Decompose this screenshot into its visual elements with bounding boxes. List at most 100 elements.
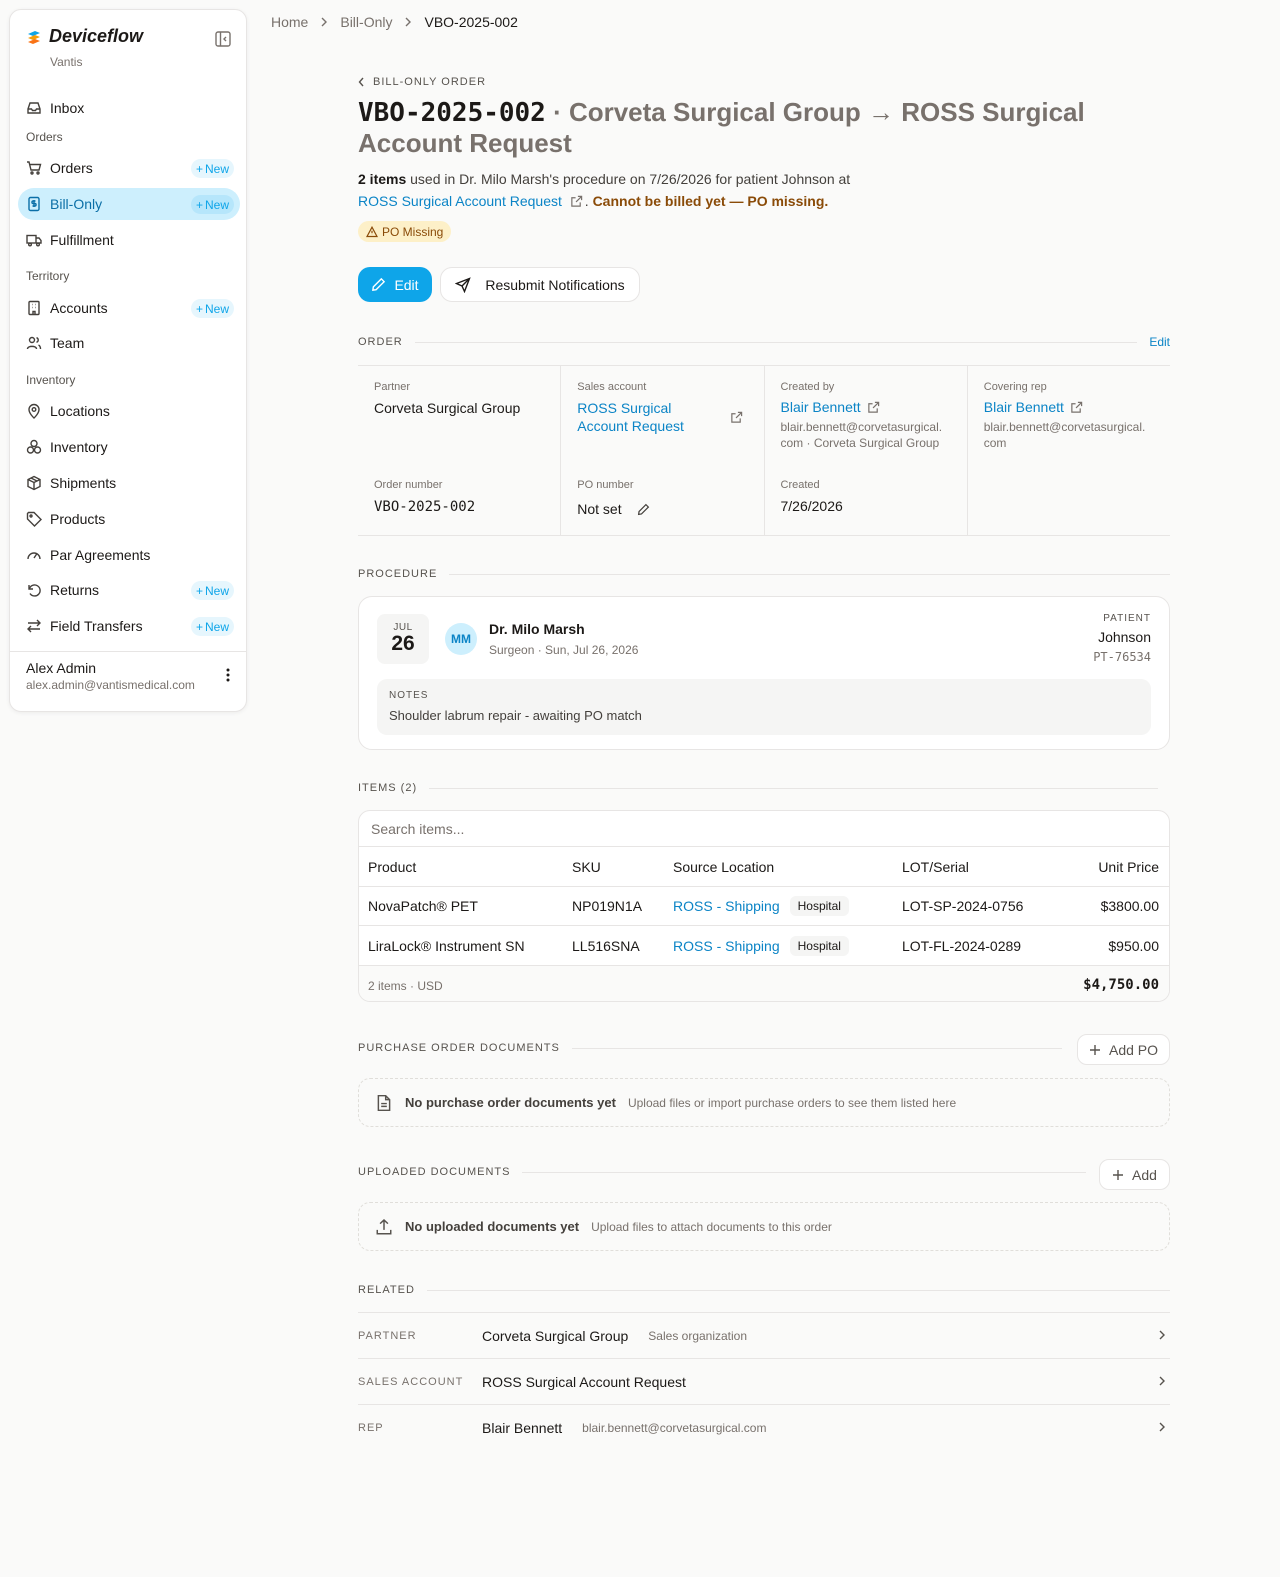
sidebar-item-label: Returns xyxy=(50,582,100,598)
table-row[interactable]: LiraLock® Instrument SN LL516SNA ROSS - … xyxy=(359,926,1169,966)
new-return-button[interactable]: + New xyxy=(190,581,234,600)
column-header[interactable]: Product xyxy=(368,847,416,886)
plus-icon: + xyxy=(195,197,203,212)
chevron-right-icon xyxy=(404,17,412,27)
column-header[interactable]: LOT/Serial xyxy=(902,847,969,886)
package-icon xyxy=(26,475,42,491)
add-document-button[interactable]: Add xyxy=(1099,1159,1170,1190)
new-label: New xyxy=(204,197,229,212)
field-label: Created xyxy=(780,479,820,491)
back-link[interactable]: BILL-ONLY ORDER xyxy=(358,76,486,88)
sidebar-item-fulfillment[interactable]: Fulfillment xyxy=(18,224,240,256)
sidebar-item-accounts[interactable]: Accounts + New xyxy=(18,292,240,324)
new-field-transfer-button[interactable]: + New xyxy=(190,617,234,636)
sidebar-item-bill-only[interactable]: Bill-Only + New xyxy=(18,188,240,220)
sidebar-item-inbox[interactable]: Inbox xyxy=(18,92,240,124)
column-header[interactable]: Unit Price xyxy=(1098,847,1159,886)
edit-button[interactable]: Edit xyxy=(358,267,432,302)
sidebar-item-products[interactable]: Products xyxy=(18,503,240,535)
location-type-badge: Hospital xyxy=(789,896,849,916)
table-row[interactable]: NovaPatch® PET NP019N1A ROSS - Shipping … xyxy=(359,887,1169,926)
transfer-icon xyxy=(26,618,42,634)
chevron-right-icon xyxy=(1158,1375,1166,1387)
divider xyxy=(522,1171,1086,1173)
related-rep-row[interactable]: REP Blair Bennett blair.bennett@corvetas… xyxy=(358,1404,1170,1450)
related-section-header: RELATED xyxy=(358,1284,1170,1296)
sidebar-item-label: Orders xyxy=(50,160,93,176)
sidebar-item-par-agreements[interactable]: Par Agreements xyxy=(18,539,240,571)
column-header[interactable]: Source Location xyxy=(673,847,774,886)
sidebar-item-locations[interactable]: Locations xyxy=(18,395,240,427)
sidebar-item-shipments[interactable]: Shipments xyxy=(18,467,240,499)
divider xyxy=(571,1047,1062,1049)
related-label: PARTNER xyxy=(358,1329,417,1342)
uploaded-documents-empty: No uploaded documents yet Upload files t… xyxy=(358,1202,1170,1251)
sidebar-item-team[interactable]: Team xyxy=(18,327,240,359)
breadcrumb: Home Bill-Only VBO-2025-002 xyxy=(271,14,518,30)
sidebar-item-field-transfers[interactable]: Field Transfers + New xyxy=(18,610,240,642)
price-cell: $3800.00 xyxy=(1100,898,1159,914)
org-name: Vantis xyxy=(50,55,83,69)
order-section-header: ORDER Edit xyxy=(358,335,1170,349)
related-value: Blair Bennett xyxy=(482,1419,563,1436)
related-sales-account-row[interactable]: SALES ACCOUNT ROSS Surgical Account Requ… xyxy=(358,1358,1170,1404)
external-link-icon[interactable] xyxy=(867,401,880,414)
account-link[interactable]: ROSS Surgical Account Request xyxy=(358,193,562,209)
new-label: New xyxy=(204,161,229,176)
created-date-value: 7/26/2026 xyxy=(780,498,843,514)
pencil-icon[interactable] xyxy=(637,503,650,516)
new-order-button[interactable]: + New xyxy=(190,159,234,178)
created-by-org: com · Corveta Surgical Group xyxy=(780,436,940,450)
cart-icon xyxy=(26,160,42,176)
badge-label: PO Missing xyxy=(382,224,444,239)
external-link-icon[interactable] xyxy=(1070,401,1083,414)
procedure-date: JUL 26 xyxy=(377,614,429,664)
covering-rep-link[interactable]: Blair Bennett xyxy=(984,399,1064,415)
sidebar-item-label: Fulfillment xyxy=(50,232,114,248)
collapse-sidebar-icon[interactable] xyxy=(214,30,232,48)
divider xyxy=(449,573,1170,575)
location-link[interactable]: ROSS - Shipping xyxy=(673,898,780,914)
nav-section-territory: Territory xyxy=(26,269,70,283)
chevron-right-icon xyxy=(320,17,328,27)
empty-subtitle: Upload files to attach documents to this… xyxy=(591,1219,832,1234)
resubmit-notifications-button[interactable]: Resubmit Notifications xyxy=(440,267,640,302)
sidebar-item-returns[interactable]: Returns + New xyxy=(18,574,240,606)
location-link[interactable]: ROSS - Shipping xyxy=(673,938,780,954)
plus-icon: + xyxy=(195,583,203,598)
po-documents-empty: No purchase order documents yet Upload f… xyxy=(358,1078,1170,1127)
breadcrumb-bill-only[interactable]: Bill-Only xyxy=(340,14,392,30)
new-label: New xyxy=(204,619,229,634)
edit-order-link[interactable]: Edit xyxy=(1149,335,1170,349)
sales-account-link[interactable]: ROSS Surgical Account Request xyxy=(577,399,717,435)
new-bill-only-button[interactable]: + New xyxy=(190,195,234,214)
partner-cell: Partner Corveta Surgical Group Order num… xyxy=(358,366,562,535)
search-input[interactable] xyxy=(371,820,1169,837)
created-by-link[interactable]: Blair Bennett xyxy=(781,399,861,415)
related-label: SALES ACCOUNT xyxy=(358,1375,464,1388)
page-title: VBO-2025-002 · Corveta Surgical Group → … xyxy=(358,97,1178,158)
warning-icon xyxy=(366,225,378,238)
column-header[interactable]: SKU xyxy=(572,847,601,886)
sidebar-item-inventory[interactable]: Inventory xyxy=(18,431,240,463)
undo-icon xyxy=(26,582,42,598)
breadcrumb-home[interactable]: Home xyxy=(271,14,308,30)
created-by-email: blair.bennett@corvetasurgical. xyxy=(780,420,943,434)
tag-icon xyxy=(26,511,42,527)
brand[interactable]: Deviceflow xyxy=(26,26,143,47)
billing-warning: Cannot be billed yet — PO missing. xyxy=(592,193,829,209)
external-link-icon[interactable] xyxy=(570,195,583,208)
nav-section-inventory: Inventory xyxy=(26,373,76,387)
sidebar-item-orders[interactable]: Orders + New xyxy=(18,152,240,184)
partner-value: Corveta Surgical Group xyxy=(374,400,521,416)
external-link-icon[interactable] xyxy=(730,411,743,424)
new-account-button[interactable]: + New xyxy=(190,299,234,318)
add-po-label: Add PO xyxy=(1108,1041,1159,1058)
brand-name: Deviceflow xyxy=(49,26,144,46)
footer-count: 2 items · USD xyxy=(368,979,443,993)
related-partner-row[interactable]: PARTNER Corveta Surgical Group Sales org… xyxy=(358,1312,1170,1358)
notes-box: NOTES Shoulder labrum repair - awaiting … xyxy=(377,679,1151,735)
add-po-button[interactable]: Add PO xyxy=(1077,1034,1170,1065)
plus-icon xyxy=(1089,1044,1101,1056)
more-vertical-icon[interactable] xyxy=(226,668,230,682)
